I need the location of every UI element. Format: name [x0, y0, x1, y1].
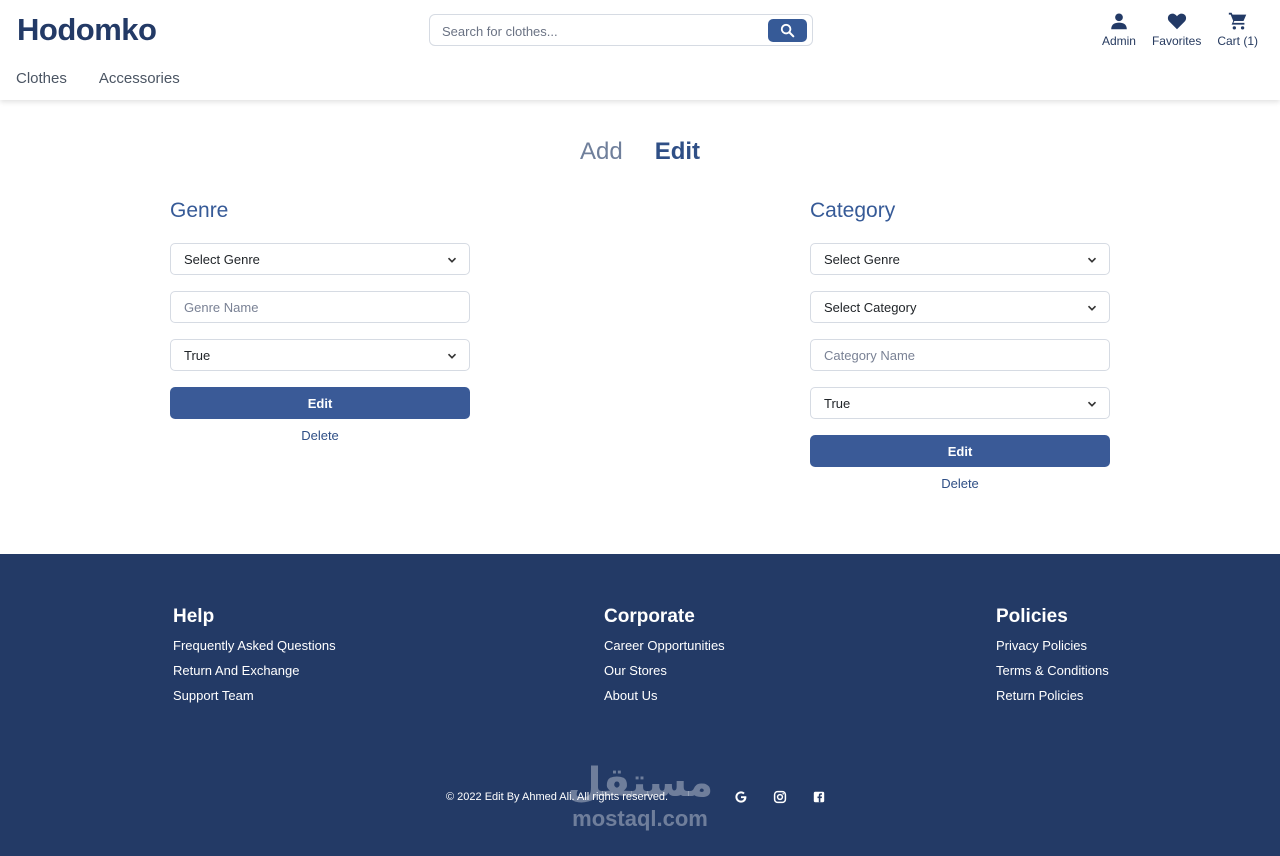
category-panel: Category Select Genre Select Category Ca… [810, 199, 1110, 491]
chevron-down-icon [447, 257, 457, 263]
genre-panel: Genre Select Genre Genre Name True Edit … [170, 199, 470, 443]
nav-item-accessories[interactable]: Accessories [99, 70, 180, 87]
category-name-field[interactable]: Category Name [810, 339, 1110, 371]
facebook-icon[interactable] [812, 790, 826, 804]
footer-link-support-team[interactable]: Support Team [173, 688, 336, 703]
user-icon [1111, 13, 1127, 30]
chevron-down-icon [1087, 401, 1097, 407]
search-input[interactable] [442, 21, 762, 41]
category-edit-button[interactable]: Edit [810, 435, 1110, 467]
tab-edit[interactable]: Edit [655, 138, 700, 166]
genre-status-value: True [184, 348, 211, 363]
favorites-button[interactable]: Favorites [1152, 10, 1201, 48]
category-status-value: True [824, 396, 851, 411]
admin-label: Admin [1101, 34, 1136, 48]
category-select-value: Select Category [824, 300, 917, 315]
category-name-placeholder: Category Name [824, 348, 916, 363]
footer-help-column: Help Frequently Asked Questions Return A… [173, 606, 336, 713]
category-status-select[interactable]: True [810, 387, 1110, 419]
instagram-icon[interactable] [773, 790, 787, 804]
genre-edit-button[interactable]: Edit [170, 387, 470, 419]
site-header: Hodomko Admin Favorites [0, 0, 1280, 100]
chevron-down-icon [447, 353, 457, 359]
footer-corporate-column: Corporate Career Opportunities Our Store… [604, 606, 725, 713]
footer-policies-column: Policies Privacy Policies Terms & Condit… [996, 606, 1109, 713]
footer-link-careers[interactable]: Career Opportunities [604, 638, 725, 653]
footer-link-faq[interactable]: Frequently Asked Questions [173, 638, 336, 653]
footer-corporate-title: Corporate [604, 606, 695, 627]
genre-name-placeholder: Genre Name [184, 300, 259, 315]
search-icon [780, 23, 795, 38]
category-panel-title: Category [810, 199, 896, 222]
mode-tabs: Add Edit [0, 138, 1280, 166]
heart-icon [1167, 13, 1186, 30]
tab-add[interactable]: Add [580, 138, 623, 166]
category-delete-link[interactable]: Delete [810, 476, 1110, 491]
footer-link-about[interactable]: About Us [604, 688, 725, 703]
genre-panel-title: Genre [170, 199, 229, 222]
header-actions: Admin Favorites Cart (1) [1102, 10, 1258, 48]
search-button[interactable] [768, 19, 807, 42]
watermark-latin: mostaql.com [572, 806, 708, 831]
category-select[interactable]: Select Category [810, 291, 1110, 323]
footer-link-return-policies[interactable]: Return Policies [996, 688, 1109, 703]
copyright-text: © 2022 Edit By Ahmed Ali. All rights res… [446, 791, 669, 803]
chevron-down-icon [1087, 257, 1097, 263]
footer-link-return-exchange[interactable]: Return And Exchange [173, 663, 336, 678]
category-genre-select[interactable]: Select Genre [810, 243, 1110, 275]
favorites-label: Favorites [1151, 34, 1202, 48]
genre-delete-link[interactable]: Delete [170, 428, 470, 443]
genre-name-field[interactable]: Genre Name [170, 291, 470, 323]
cart-button[interactable]: Cart (1) [1217, 10, 1258, 48]
site-footer: Help Frequently Asked Questions Return A… [0, 554, 1280, 856]
genre-status-select[interactable]: True [170, 339, 470, 371]
footer-link-privacy[interactable]: Privacy Policies [996, 638, 1109, 653]
google-icon[interactable] [734, 790, 748, 804]
main-nav: Clothes Accessories [16, 70, 180, 87]
genre-select-value: Select Genre [184, 252, 260, 267]
footer-policies-title: Policies [996, 606, 1068, 627]
genre-select[interactable]: Select Genre [170, 243, 470, 275]
cart-icon [1228, 12, 1246, 30]
footer-link-stores[interactable]: Our Stores [604, 663, 725, 678]
chevron-down-icon [1087, 305, 1097, 311]
admin-button[interactable]: Admin [1102, 10, 1136, 48]
footer-link-terms[interactable]: Terms & Conditions [996, 663, 1109, 678]
category-genre-select-value: Select Genre [824, 252, 900, 267]
site-logo[interactable]: Hodomko [17, 12, 157, 48]
footer-help-title: Help [173, 606, 215, 627]
search-bar [429, 14, 813, 46]
cart-label: Cart (1) [1217, 34, 1258, 48]
nav-item-clothes[interactable]: Clothes [16, 70, 67, 87]
